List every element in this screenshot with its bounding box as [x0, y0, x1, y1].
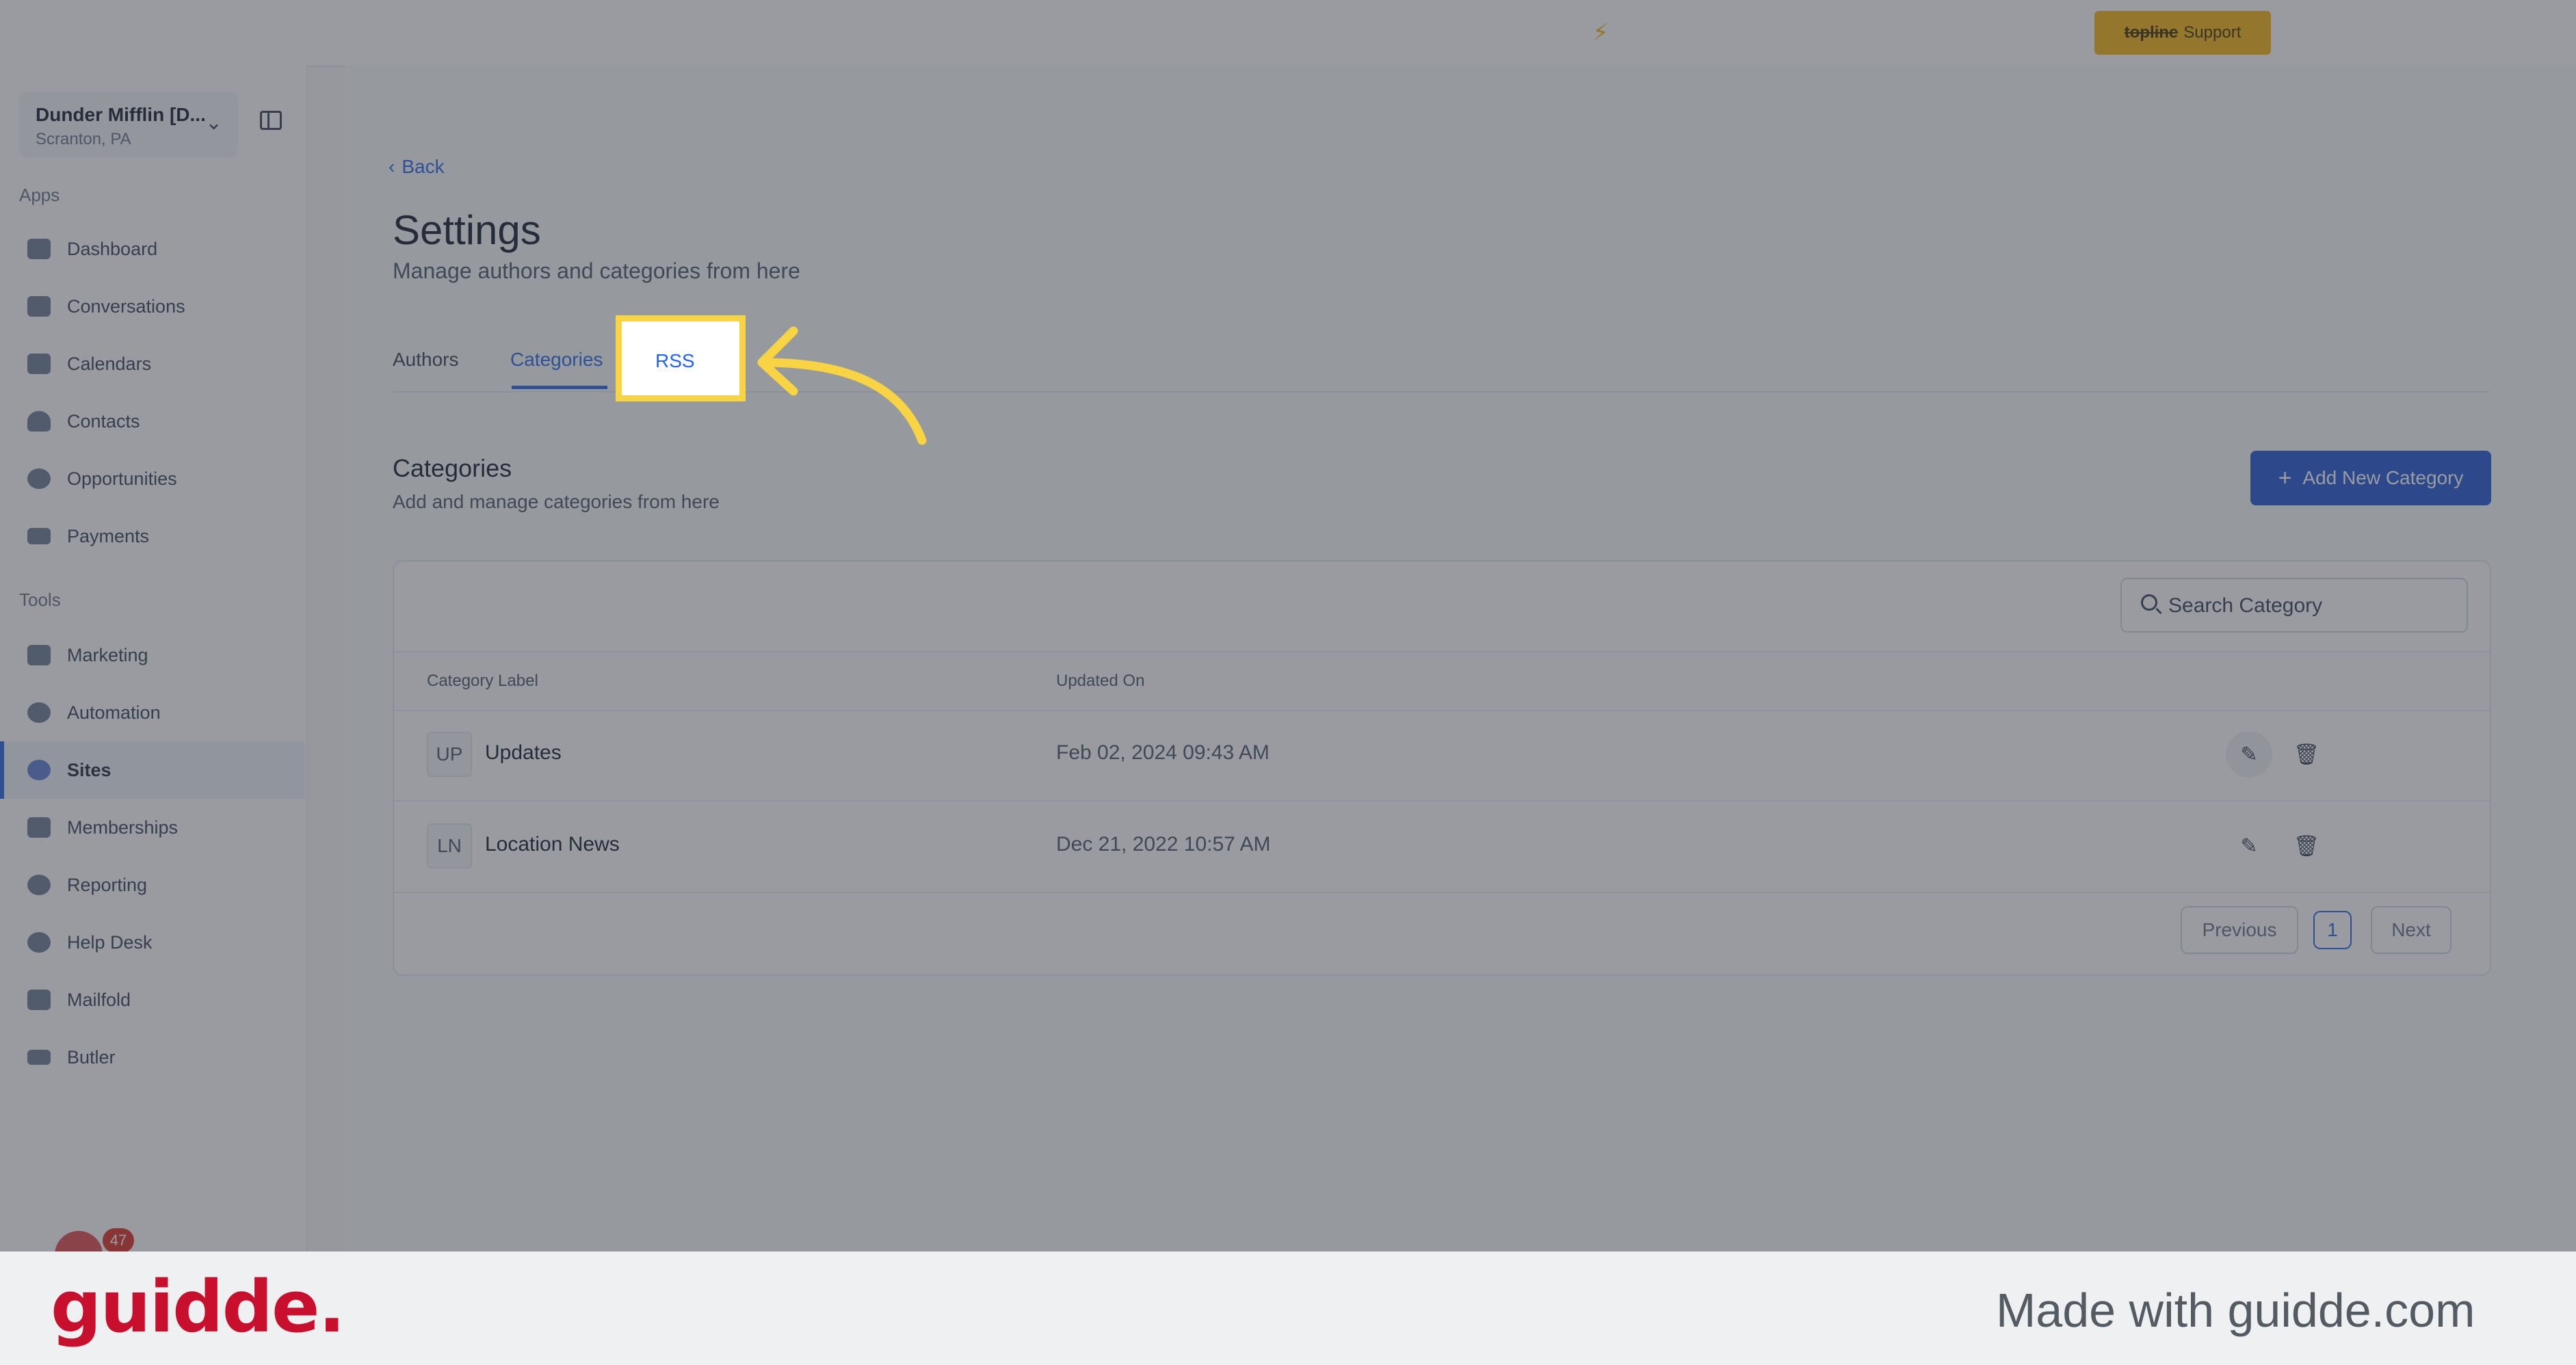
edit-icon[interactable]: ✎ — [2226, 731, 2272, 778]
sidebar-item-dashboard[interactable]: Dashboard — [0, 220, 305, 278]
person-icon — [27, 411, 51, 432]
sidebar-item-label: Sites — [67, 759, 111, 780]
table-row: UP Updates Feb 02, 2024 09:43 AM ✎ 🗑 — [394, 708, 2490, 801]
sidebar-item-contacts[interactable]: Contacts — [0, 393, 305, 450]
sidebar-item-marketing[interactable]: Marketing — [0, 626, 305, 684]
chevron-left-icon: ‹ — [389, 156, 395, 177]
location-sub: Scranton, PA — [36, 130, 131, 148]
sidebar-item-label: Mailfold — [67, 989, 131, 1010]
sidebar-collapse-icon[interactable] — [260, 111, 282, 130]
table-header: Category Label Updated On — [394, 651, 2490, 711]
sidebar-item-label: Help Desk — [67, 931, 153, 953]
sidebar-item-label: Butler — [67, 1046, 116, 1068]
lightning-icon[interactable]: ⚡ — [1592, 19, 1609, 47]
guide-arrow-icon — [757, 326, 927, 445]
tools-section-label: Tools — [19, 589, 61, 610]
category-updated-on: Dec 21, 2022 10:57 AM — [1056, 833, 1271, 856]
edit-icon[interactable]: ✎ — [2226, 823, 2272, 869]
add-new-category-button[interactable]: + Add New Category — [2250, 451, 2491, 505]
group-icon — [27, 817, 51, 838]
apps-section-label: Apps — [19, 185, 60, 205]
chevron-down-icon: ⌄ — [205, 111, 223, 134]
sidebar-item-label: Automation — [67, 702, 161, 723]
categories-table-card: Category Label Updated On UP Updates Feb… — [393, 560, 2491, 976]
search-input[interactable] — [2167, 581, 2457, 631]
chat-icon — [27, 296, 51, 317]
guidde-logo: guidde. — [51, 1265, 345, 1349]
add-button-label: Add New Category — [2302, 467, 2464, 488]
column-header-category-label: Category Label — [427, 672, 538, 690]
help-icon — [27, 932, 51, 953]
trash-icon[interactable]: 🗑 — [2283, 823, 2330, 869]
support-brand: topline — [2124, 23, 2179, 42]
active-tab-underline — [512, 386, 607, 389]
sidebar-item-label: Opportunities — [67, 468, 177, 489]
trash-icon[interactable]: 🗑 — [2283, 731, 2330, 778]
sidebar-item-butler[interactable]: Butler — [0, 1029, 305, 1086]
sidebar-item-automation[interactable]: Automation — [0, 684, 305, 741]
search-box — [2120, 578, 2468, 633]
tab-categories[interactable]: Categories — [510, 349, 603, 371]
category-initials: UP — [427, 732, 472, 777]
dashboard-icon — [27, 239, 51, 259]
category-initials: LN — [427, 823, 472, 869]
guidde-footer: guidde. Made with guidde.com — [0, 1251, 2576, 1365]
sidebar-item-opportunities[interactable]: Opportunities — [0, 450, 305, 507]
sidebar-item-reporting[interactable]: Reporting — [0, 856, 305, 914]
sidebar-item-label: Payments — [67, 525, 150, 546]
tab-authors[interactable]: Authors — [393, 349, 459, 371]
sidebar-item-mailfold[interactable]: Mailfold — [0, 971, 305, 1029]
sidebar-item-memberships[interactable]: Memberships — [0, 799, 305, 856]
page-number-button[interactable]: 1 — [2313, 911, 2352, 949]
top-bar: ⚡ topline Support — [0, 0, 2576, 67]
credit-card-icon — [27, 528, 51, 544]
app-window: ⚡ topline Support Dunder Mifflin [D... S… — [0, 0, 2576, 1251]
table-row: LN Location News Dec 21, 2022 10:57 AM ✎… — [394, 800, 2490, 893]
location-name: Dunder Mifflin [D... — [36, 104, 206, 125]
megaphone-icon — [27, 645, 51, 665]
back-link[interactable]: ‹ Back — [389, 156, 445, 178]
made-with-text: Made with guidde.com — [1996, 1284, 2475, 1337]
sidebar-item-label: Dashboard — [67, 238, 158, 259]
sidebar: Dunder Mifflin [D... Scranton, PA ⌄ Apps… — [0, 66, 308, 1251]
back-label: Back — [402, 156, 445, 177]
sidebar-item-label: Conversations — [67, 295, 185, 317]
categories-subtitle: Add and manage categories from here — [393, 491, 720, 512]
page-title: Settings — [393, 207, 541, 253]
butler-icon — [27, 1050, 51, 1065]
column-header-updated-on: Updated On — [1056, 672, 1145, 690]
page-subtitle: Manage authors and categories from here — [393, 259, 800, 283]
tab-rss[interactable]: RSS — [655, 350, 695, 372]
category-updated-on: Feb 02, 2024 09:43 AM — [1056, 741, 1270, 764]
location-switcher[interactable]: Dunder Mifflin [D... Scranton, PA ⌄ — [19, 92, 238, 157]
sidebar-item-label: Calendars — [67, 353, 152, 374]
mail-icon — [27, 990, 51, 1010]
gears-icon — [27, 702, 51, 723]
sidebar-item-label: Reporting — [67, 874, 148, 895]
globe-icon — [27, 760, 51, 780]
sidebar-item-sites[interactable]: Sites — [0, 741, 305, 799]
sidebar-item-label: Contacts — [67, 410, 140, 432]
calendar-icon — [27, 354, 51, 374]
sidebar-item-label: Memberships — [67, 817, 179, 838]
previous-page-button[interactable]: Previous — [2181, 906, 2298, 954]
sidebar-item-conversations[interactable]: Conversations — [0, 278, 305, 335]
support-button[interactable]: topline Support — [2094, 11, 2271, 55]
sidebar-item-payments[interactable]: Payments — [0, 507, 305, 565]
categories-title: Categories — [393, 454, 512, 482]
next-page-button[interactable]: Next — [2371, 906, 2452, 954]
sidebar-item-label: Marketing — [67, 644, 148, 665]
target-icon — [27, 468, 51, 489]
category-label: Updates — [485, 741, 562, 764]
notification-badge: 47 — [103, 1228, 134, 1251]
pie-chart-icon — [27, 875, 51, 895]
category-label: Location News — [485, 833, 620, 856]
sidebar-item-help-desk[interactable]: Help Desk — [0, 914, 305, 971]
search-icon — [2141, 594, 2157, 611]
plus-icon: + — [2278, 464, 2292, 491]
support-label: Support — [2183, 23, 2242, 42]
sidebar-item-calendars[interactable]: Calendars — [0, 335, 305, 393]
